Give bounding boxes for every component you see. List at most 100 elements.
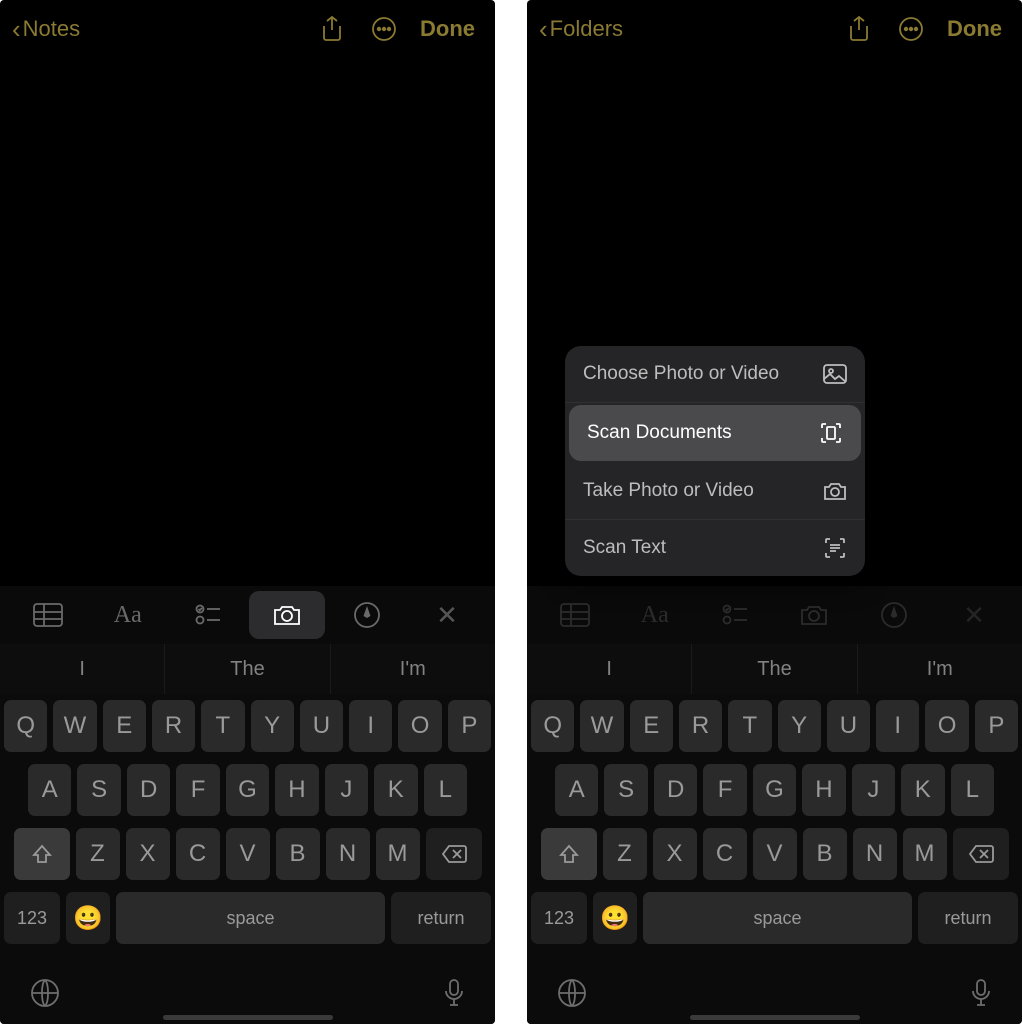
key[interactable]: O bbox=[398, 700, 441, 752]
markup-icon[interactable] bbox=[856, 591, 932, 639]
key[interactable]: E bbox=[103, 700, 146, 752]
share-icon[interactable] bbox=[314, 11, 350, 47]
key[interactable]: P bbox=[448, 700, 491, 752]
home-indicator[interactable] bbox=[163, 1015, 333, 1020]
space-key[interactable]: space bbox=[116, 892, 385, 944]
key[interactable]: D bbox=[127, 764, 170, 816]
backspace-key[interactable] bbox=[426, 828, 482, 880]
key[interactable]: G bbox=[226, 764, 269, 816]
key[interactable]: D bbox=[654, 764, 697, 816]
key[interactable]: X bbox=[653, 828, 697, 880]
prediction[interactable]: I'm bbox=[331, 644, 495, 694]
camera-icon[interactable] bbox=[249, 591, 325, 639]
done-button[interactable]: Done bbox=[947, 16, 1002, 42]
numbers-key[interactable]: 123 bbox=[4, 892, 60, 944]
prediction[interactable]: I bbox=[0, 644, 165, 694]
close-icon[interactable]: ✕ bbox=[409, 591, 485, 639]
back-button[interactable]: ‹ Notes bbox=[12, 16, 80, 42]
numbers-key[interactable]: 123 bbox=[531, 892, 587, 944]
key[interactable]: W bbox=[580, 700, 623, 752]
key[interactable]: X bbox=[126, 828, 170, 880]
key[interactable]: Z bbox=[76, 828, 120, 880]
key[interactable]: G bbox=[753, 764, 796, 816]
key[interactable]: U bbox=[300, 700, 343, 752]
note-body[interactable] bbox=[0, 58, 495, 586]
more-icon[interactable] bbox=[366, 11, 402, 47]
prediction[interactable]: The bbox=[165, 644, 330, 694]
camera-icon[interactable] bbox=[776, 591, 852, 639]
mic-icon[interactable] bbox=[970, 978, 992, 1013]
return-key[interactable]: return bbox=[918, 892, 1018, 944]
table-icon[interactable] bbox=[10, 591, 86, 639]
menu-item-scan-documents[interactable]: Scan Documents bbox=[569, 405, 861, 461]
emoji-key[interactable]: 😀 bbox=[66, 892, 110, 944]
key[interactable]: B bbox=[803, 828, 847, 880]
key[interactable]: C bbox=[703, 828, 747, 880]
markup-icon[interactable] bbox=[329, 591, 405, 639]
key[interactable]: F bbox=[703, 764, 746, 816]
key[interactable]: U bbox=[827, 700, 870, 752]
key[interactable]: S bbox=[77, 764, 120, 816]
key[interactable]: I bbox=[876, 700, 919, 752]
key[interactable]: O bbox=[925, 700, 968, 752]
checklist-icon[interactable] bbox=[697, 591, 773, 639]
share-icon[interactable] bbox=[841, 11, 877, 47]
menu-item-choose-photo[interactable]: Choose Photo or Video bbox=[565, 346, 865, 403]
shift-key[interactable] bbox=[541, 828, 597, 880]
key[interactable]: S bbox=[604, 764, 647, 816]
key[interactable]: K bbox=[901, 764, 944, 816]
key[interactable]: H bbox=[802, 764, 845, 816]
more-icon[interactable] bbox=[893, 11, 929, 47]
prediction[interactable]: I'm bbox=[858, 644, 1022, 694]
key[interactable]: Y bbox=[778, 700, 821, 752]
close-icon[interactable]: ✕ bbox=[936, 591, 1012, 639]
key[interactable]: B bbox=[276, 828, 320, 880]
home-indicator[interactable] bbox=[690, 1015, 860, 1020]
key[interactable]: J bbox=[852, 764, 895, 816]
key[interactable]: I bbox=[349, 700, 392, 752]
key[interactable]: L bbox=[424, 764, 467, 816]
text-format-icon[interactable]: Aa bbox=[617, 591, 693, 639]
key[interactable]: R bbox=[679, 700, 722, 752]
key[interactable]: A bbox=[555, 764, 598, 816]
key[interactable]: L bbox=[951, 764, 994, 816]
space-key[interactable]: space bbox=[643, 892, 912, 944]
key[interactable]: N bbox=[326, 828, 370, 880]
text-format-icon[interactable]: Aa bbox=[90, 591, 166, 639]
note-body[interactable]: Choose Photo or Video Scan Documents Tak… bbox=[527, 58, 1022, 586]
key[interactable]: F bbox=[176, 764, 219, 816]
key[interactable]: M bbox=[376, 828, 420, 880]
key[interactable]: V bbox=[226, 828, 270, 880]
key[interactable]: M bbox=[903, 828, 947, 880]
key[interactable]: N bbox=[853, 828, 897, 880]
shift-key[interactable] bbox=[14, 828, 70, 880]
key[interactable]: Q bbox=[4, 700, 47, 752]
done-button[interactable]: Done bbox=[420, 16, 475, 42]
mic-icon[interactable] bbox=[443, 978, 465, 1013]
globe-icon[interactable] bbox=[30, 978, 60, 1013]
key[interactable]: R bbox=[152, 700, 195, 752]
key[interactable]: T bbox=[201, 700, 244, 752]
key[interactable]: C bbox=[176, 828, 220, 880]
key[interactable]: Z bbox=[603, 828, 647, 880]
key[interactable]: P bbox=[975, 700, 1018, 752]
return-key[interactable]: return bbox=[391, 892, 491, 944]
prediction[interactable]: The bbox=[692, 644, 857, 694]
key[interactable]: H bbox=[275, 764, 318, 816]
prediction[interactable]: I bbox=[527, 644, 692, 694]
table-icon[interactable] bbox=[537, 591, 613, 639]
key[interactable]: K bbox=[374, 764, 417, 816]
key[interactable]: E bbox=[630, 700, 673, 752]
globe-icon[interactable] bbox=[557, 978, 587, 1013]
backspace-key[interactable] bbox=[953, 828, 1009, 880]
key[interactable]: Q bbox=[531, 700, 574, 752]
key[interactable]: J bbox=[325, 764, 368, 816]
key[interactable]: A bbox=[28, 764, 71, 816]
menu-item-take-photo[interactable]: Take Photo or Video bbox=[565, 463, 865, 520]
menu-item-scan-text[interactable]: Scan Text bbox=[565, 520, 865, 576]
key[interactable]: W bbox=[53, 700, 96, 752]
key[interactable]: Y bbox=[251, 700, 294, 752]
key[interactable]: V bbox=[753, 828, 797, 880]
back-button[interactable]: ‹ Folders bbox=[539, 16, 623, 42]
key[interactable]: T bbox=[728, 700, 771, 752]
